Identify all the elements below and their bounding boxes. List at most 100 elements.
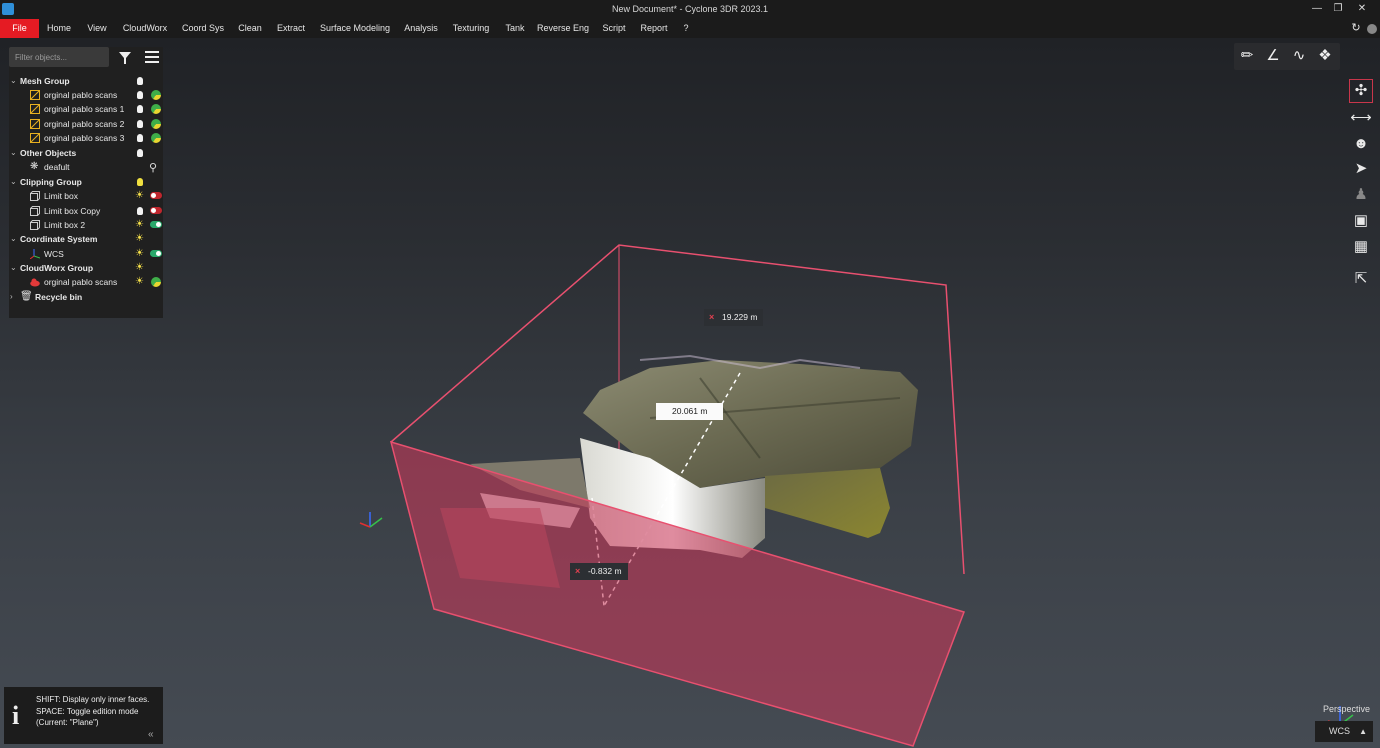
color-mode-icon[interactable] [151, 277, 161, 287]
toggle-off[interactable] [150, 207, 162, 214]
collapse-icon[interactable]: « [148, 729, 154, 740]
restore-icon[interactable]: ❐ [1327, 1, 1349, 17]
chevron-down-icon[interactable]: ⌄ [10, 175, 17, 189]
walk-mode-icon[interactable]: ☻ [1350, 133, 1372, 155]
fit-view-icon[interactable]: ⟷ [1350, 107, 1372, 129]
fly-mode-icon[interactable]: ➤ [1350, 158, 1372, 180]
menu-texturing[interactable]: Texturing [447, 19, 495, 38]
tree-item-cloudworx-scan[interactable]: orginal pablo scans ☀ [9, 275, 163, 289]
menu-cloudworx[interactable]: CloudWorx [118, 19, 172, 38]
chevron-down-icon[interactable]: ⌄ [10, 261, 17, 275]
tree-item-limit-box[interactable]: Limit box ☀ [9, 189, 163, 203]
sun-icon[interactable]: ☀ [135, 261, 144, 275]
visibility-bulb-icon[interactable] [137, 149, 143, 157]
visibility-bulb-icon[interactable] [137, 91, 143, 99]
filter-objects-input[interactable] [9, 47, 109, 67]
scene-canvas[interactable] [0, 38, 1380, 748]
measurement-center[interactable]: 20.061 m [656, 403, 724, 420]
mesh-icon [30, 104, 40, 114]
sun-icon[interactable]: ☀ [135, 232, 144, 246]
projection-label[interactable]: Perspective [1323, 704, 1370, 714]
tree-group-cloudworx[interactable]: ⌄ CloudWorx Group ☀ [9, 261, 163, 275]
color-mode-icon[interactable] [151, 104, 161, 114]
menu-help[interactable]: ? [678, 19, 694, 38]
menu-clean[interactable]: Clean [233, 19, 267, 38]
menu-surface-modeling[interactable]: Surface Modeling [315, 19, 395, 38]
tree-group-mesh[interactable]: ⌄ Mesh Group [9, 74, 163, 88]
visibility-bulb-icon[interactable] [137, 120, 143, 128]
color-mode-icon[interactable] [151, 133, 161, 143]
tree-item-mesh[interactable]: orginal pablo scans [9, 88, 163, 102]
chevron-down-icon[interactable]: ⌄ [10, 146, 17, 160]
close-icon[interactable]: ✕ [1351, 1, 1373, 17]
refresh-icon[interactable]: ↻ [1349, 19, 1363, 38]
menu-tank[interactable]: Tank [500, 19, 530, 38]
filter-icon[interactable] [118, 51, 132, 65]
menu-view[interactable]: View [80, 19, 114, 38]
color-mode-icon[interactable] [151, 119, 161, 129]
tree-item-mesh[interactable]: orginal pablo scans 1 [9, 102, 163, 116]
info-icon: i [12, 701, 20, 730]
tree-group-coordinate-system[interactable]: ⌄ Coordinate System ☀ [9, 232, 163, 246]
toggle-on[interactable] [150, 221, 162, 228]
menu-script[interactable]: Script [596, 19, 632, 38]
tree-item-mesh[interactable]: orginal pablo scans 3 [9, 131, 163, 145]
chevron-right-icon[interactable]: › [10, 290, 13, 304]
measure-toolbar: ✏ ∠ ∿ ❖ [1234, 43, 1340, 70]
menu-analysis[interactable]: Analysis [399, 19, 443, 38]
mesh-icon [30, 90, 40, 100]
menu-report[interactable]: Report [636, 19, 672, 38]
measure-curve-icon[interactable]: ∿ [1288, 45, 1310, 67]
tree-item-default[interactable]: ❋ deafult ⚲ [9, 160, 163, 174]
ruler-icon[interactable]: ✏ [1236, 45, 1258, 67]
orbit-icon[interactable]: ✣ [1349, 79, 1373, 103]
menu-home[interactable]: Home [42, 19, 76, 38]
select-cursor-icon[interactable]: ⇱ [1350, 268, 1372, 290]
tip-text: SHIFT: Display only inner faces. SPACE: … [36, 695, 150, 727]
delete-measurement-icon[interactable]: × [575, 563, 580, 580]
person-view-icon[interactable]: ♟ [1350, 184, 1372, 206]
help-bubble-icon[interactable] [1365, 19, 1378, 38]
tree-group-recycle-bin[interactable]: › 🗑 Recycle bin [9, 290, 163, 304]
sun-icon[interactable]: ☀ [135, 218, 144, 232]
sun-icon[interactable]: ☀ [135, 189, 144, 203]
measurement-bottom[interactable]: × -0.832 m [570, 563, 628, 580]
minimize-icon[interactable]: — [1306, 1, 1328, 17]
visibility-bulb-icon[interactable] [137, 105, 143, 113]
toggle-off[interactable] [150, 192, 162, 199]
tree-group-other-objects[interactable]: ⌄ Other Objects [9, 146, 163, 160]
box-settings-icon[interactable]: ▦ [1350, 236, 1372, 258]
visibility-bulb-icon[interactable] [137, 207, 143, 215]
tree-item-wcs[interactable]: WCS ☀ [9, 247, 163, 261]
tree-group-clipping[interactable]: ⌄ Clipping Group [9, 175, 163, 189]
menu-reverse-eng[interactable]: Reverse Eng [535, 19, 591, 38]
tree-item-limit-box-copy[interactable]: Limit box Copy [9, 204, 163, 218]
chevron-down-icon[interactable]: ⌄ [10, 74, 17, 88]
menu-file[interactable]: File [0, 19, 39, 38]
cloud-icon [30, 278, 40, 287]
mesh-icon [30, 133, 40, 143]
label-tag-icon[interactable]: ❖ [1314, 45, 1336, 67]
mesh-icon [30, 119, 40, 129]
search-icon[interactable]: ⚲ [149, 161, 157, 175]
3d-viewport[interactable]: × 19.229 m 20.061 m × -0.832 m [0, 38, 1380, 748]
tree-item-limit-box-2[interactable]: Limit box 2 ☀ [9, 218, 163, 232]
measure-angle-icon[interactable]: ∠ [1262, 45, 1284, 67]
measurement-top[interactable]: × 19.229 m [704, 309, 764, 326]
sun-icon[interactable]: ☀ [135, 247, 144, 261]
toggle-on[interactable] [150, 250, 162, 257]
delete-measurement-icon[interactable]: × [709, 309, 714, 326]
chevron-down-icon[interactable]: ⌄ [10, 232, 17, 246]
menu-coord-sys[interactable]: Coord Sys [178, 19, 228, 38]
coordinate-system-select[interactable]: WCS ▲ [1315, 721, 1373, 742]
menu-extract[interactable]: Extract [272, 19, 310, 38]
limit-box-icon [30, 220, 40, 230]
sun-icon[interactable]: ☀ [135, 275, 144, 289]
visibility-bulb-icon[interactable] [137, 178, 143, 186]
visibility-bulb-icon[interactable] [137, 134, 143, 142]
cube-view-icon[interactable]: ▣ [1350, 210, 1372, 232]
color-mode-icon[interactable] [151, 90, 161, 100]
menu-icon[interactable] [144, 50, 160, 64]
tree-item-mesh[interactable]: orginal pablo scans 2 [9, 117, 163, 131]
visibility-bulb-icon[interactable] [137, 77, 143, 85]
